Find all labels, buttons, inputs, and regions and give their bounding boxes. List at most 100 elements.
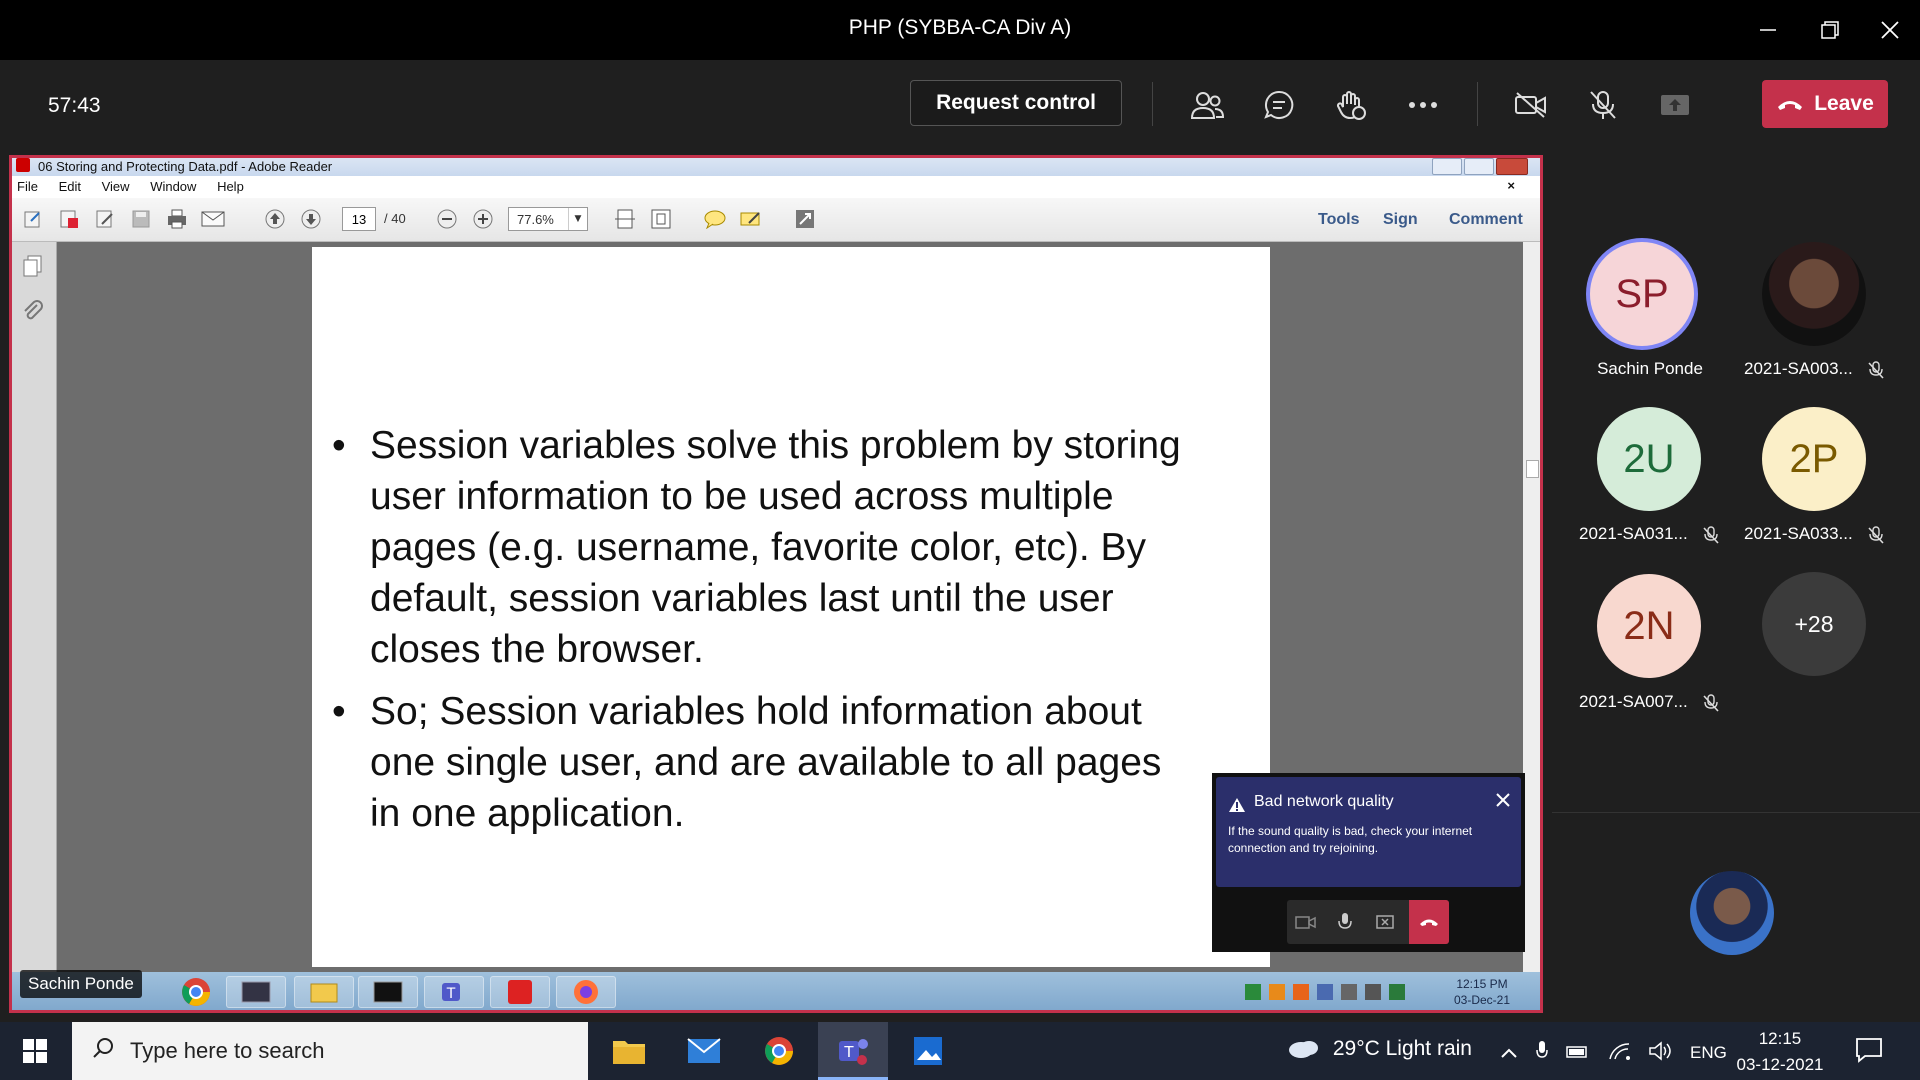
cloud-rain-icon	[1287, 1038, 1321, 1060]
sign-pane-link[interactable]: Sign	[1383, 211, 1418, 229]
leave-button[interactable]: Leave	[1762, 80, 1888, 128]
request-control-button[interactable]: Request control	[910, 80, 1122, 126]
svg-text:T: T	[446, 986, 456, 1002]
avatar-initials: 2N	[1623, 603, 1675, 648]
muted-mic-icon	[1868, 526, 1884, 544]
language-indicator[interactable]: ENG	[1690, 1043, 1727, 1063]
chrome-icon[interactable]	[744, 1022, 814, 1080]
pages-panel-icon[interactable]	[22, 254, 44, 282]
taskbar-clock[interactable]: 12:15 03-12-2021	[1730, 1026, 1830, 1078]
photos-icon[interactable]	[893, 1022, 963, 1080]
mini-mic-icon[interactable]	[1337, 912, 1353, 936]
mail-icon[interactable]	[669, 1022, 739, 1080]
adobe-close-button[interactable]	[1496, 158, 1528, 175]
adobe-restore-button[interactable]	[1464, 158, 1494, 175]
close-button[interactable]	[1870, 12, 1910, 48]
toast-close-icon[interactable]	[1495, 792, 1511, 812]
chrome-app-icon[interactable]	[166, 976, 226, 1008]
highlight-icon[interactable]	[738, 206, 764, 232]
scroll-thumb[interactable]	[1526, 460, 1539, 478]
mic-off-icon[interactable]	[1580, 82, 1626, 128]
menu-window[interactable]: Window	[150, 179, 196, 194]
tools-pane-link[interactable]: Tools	[1318, 211, 1359, 229]
fit-page-icon[interactable]	[648, 206, 674, 232]
more-participants-button[interactable]: +28	[1762, 572, 1866, 676]
vertical-scrollbar[interactable]	[1523, 242, 1540, 972]
edit-icon[interactable]	[92, 206, 118, 232]
self-video-avatar[interactable]	[1690, 871, 1774, 955]
volume-icon[interactable]	[1648, 1041, 1672, 1065]
avatar-photo-2021-SA003[interactable]	[1762, 242, 1866, 346]
avatar-sachin-ponde[interactable]: SP	[1590, 242, 1694, 346]
teams-app-icon[interactable]: T	[424, 976, 484, 1008]
chevron-down-icon: ▼	[568, 208, 587, 230]
share-tray-icon[interactable]	[1652, 82, 1698, 128]
zoom-value: 77.6%	[517, 212, 554, 227]
bullet-1: • Session variables solve this problem b…	[332, 420, 1220, 675]
explorer-app-icon[interactable]	[294, 976, 354, 1008]
next-page-icon[interactable]	[298, 206, 324, 232]
mini-camera-icon[interactable]	[1295, 912, 1317, 936]
more-options-icon[interactable]	[1400, 82, 1446, 128]
save-icon[interactable]	[128, 206, 154, 232]
minimize-button[interactable]	[1748, 12, 1788, 48]
participants-icon[interactable]	[1184, 82, 1230, 128]
mini-call-controls	[1287, 900, 1449, 944]
wifi-icon[interactable]	[1608, 1042, 1630, 1064]
toast-title: Bad network quality	[1254, 793, 1394, 810]
warning-icon	[1228, 797, 1246, 817]
page-number-input[interactable]	[342, 207, 376, 231]
print-icon[interactable]	[164, 206, 190, 232]
email-icon[interactable]	[200, 206, 226, 232]
clock-date: 03-12-2021	[1736, 1055, 1824, 1074]
zoom-select[interactable]: 77.6% ▼	[508, 207, 588, 231]
open-icon[interactable]	[20, 206, 46, 232]
leave-label: Leave	[1814, 92, 1874, 115]
taskbar-search[interactable]: Type here to search	[72, 1022, 588, 1080]
remote-clock-time: 12:15 PM	[1456, 977, 1508, 991]
attachments-icon[interactable]	[22, 300, 44, 328]
muted-mic-icon	[1703, 694, 1719, 712]
avatar-2u[interactable]: 2U	[1597, 407, 1701, 511]
chat-icon[interactable]	[1256, 82, 1302, 128]
zoom-in-icon[interactable]	[470, 206, 496, 232]
bullet-2: • So; Session variables hold information…	[332, 686, 1220, 839]
menu-edit[interactable]: Edit	[59, 179, 81, 194]
acrobat-app-icon[interactable]	[490, 976, 550, 1008]
mini-share-icon[interactable]	[1375, 912, 1395, 936]
mic-tray-icon[interactable]	[1536, 1040, 1548, 1066]
comment-pane-link[interactable]: Comment	[1449, 211, 1523, 229]
mini-hang-up-icon[interactable]	[1409, 900, 1449, 944]
search-icon	[92, 1037, 114, 1065]
doc-close-icon[interactable]: ×	[1507, 178, 1515, 193]
battery-icon[interactable]	[1566, 1044, 1590, 1063]
restore-button[interactable]	[1810, 12, 1850, 48]
menu-file[interactable]: File	[17, 179, 38, 194]
windows-start-icon[interactable]	[0, 1022, 70, 1080]
file-explorer-icon[interactable]	[594, 1022, 664, 1080]
sql-app-icon[interactable]	[226, 976, 286, 1008]
raise-hand-icon[interactable]	[1328, 82, 1374, 128]
previous-page-icon[interactable]	[262, 206, 288, 232]
avatar-2n[interactable]: 2N	[1597, 574, 1701, 678]
notifications-icon[interactable]	[1855, 1037, 1883, 1067]
menu-view[interactable]: View	[102, 179, 130, 194]
cmd-app-icon[interactable]	[358, 976, 418, 1008]
bullet-2-line-1: So; Session variables hold information a…	[370, 690, 1142, 733]
menu-help[interactable]: Help	[217, 179, 244, 194]
zoom-out-icon[interactable]	[434, 206, 460, 232]
window-title: PHP (SYBBA-CA Div A)	[848, 16, 1072, 39]
chevron-up-icon[interactable]	[1500, 1044, 1518, 1063]
weather-widget[interactable]: 29°C Light rain	[1287, 1037, 1472, 1061]
meeting-timer: 57:43	[48, 94, 101, 117]
remote-taskbar: T 12:15 PM 03-Dec-21	[12, 972, 1540, 1012]
firefox-app-icon[interactable]	[556, 976, 616, 1008]
avatar-2p[interactable]: 2P	[1762, 407, 1866, 511]
create-pdf-icon[interactable]	[56, 206, 82, 232]
teams-taskbar-icon[interactable]: T	[818, 1022, 888, 1080]
fit-width-icon[interactable]	[612, 206, 638, 232]
comment-bubble-icon[interactable]	[702, 206, 728, 232]
adobe-minimize-button[interactable]	[1432, 158, 1462, 175]
fullscreen-icon[interactable]	[792, 206, 818, 232]
camera-off-icon[interactable]	[1508, 82, 1554, 128]
